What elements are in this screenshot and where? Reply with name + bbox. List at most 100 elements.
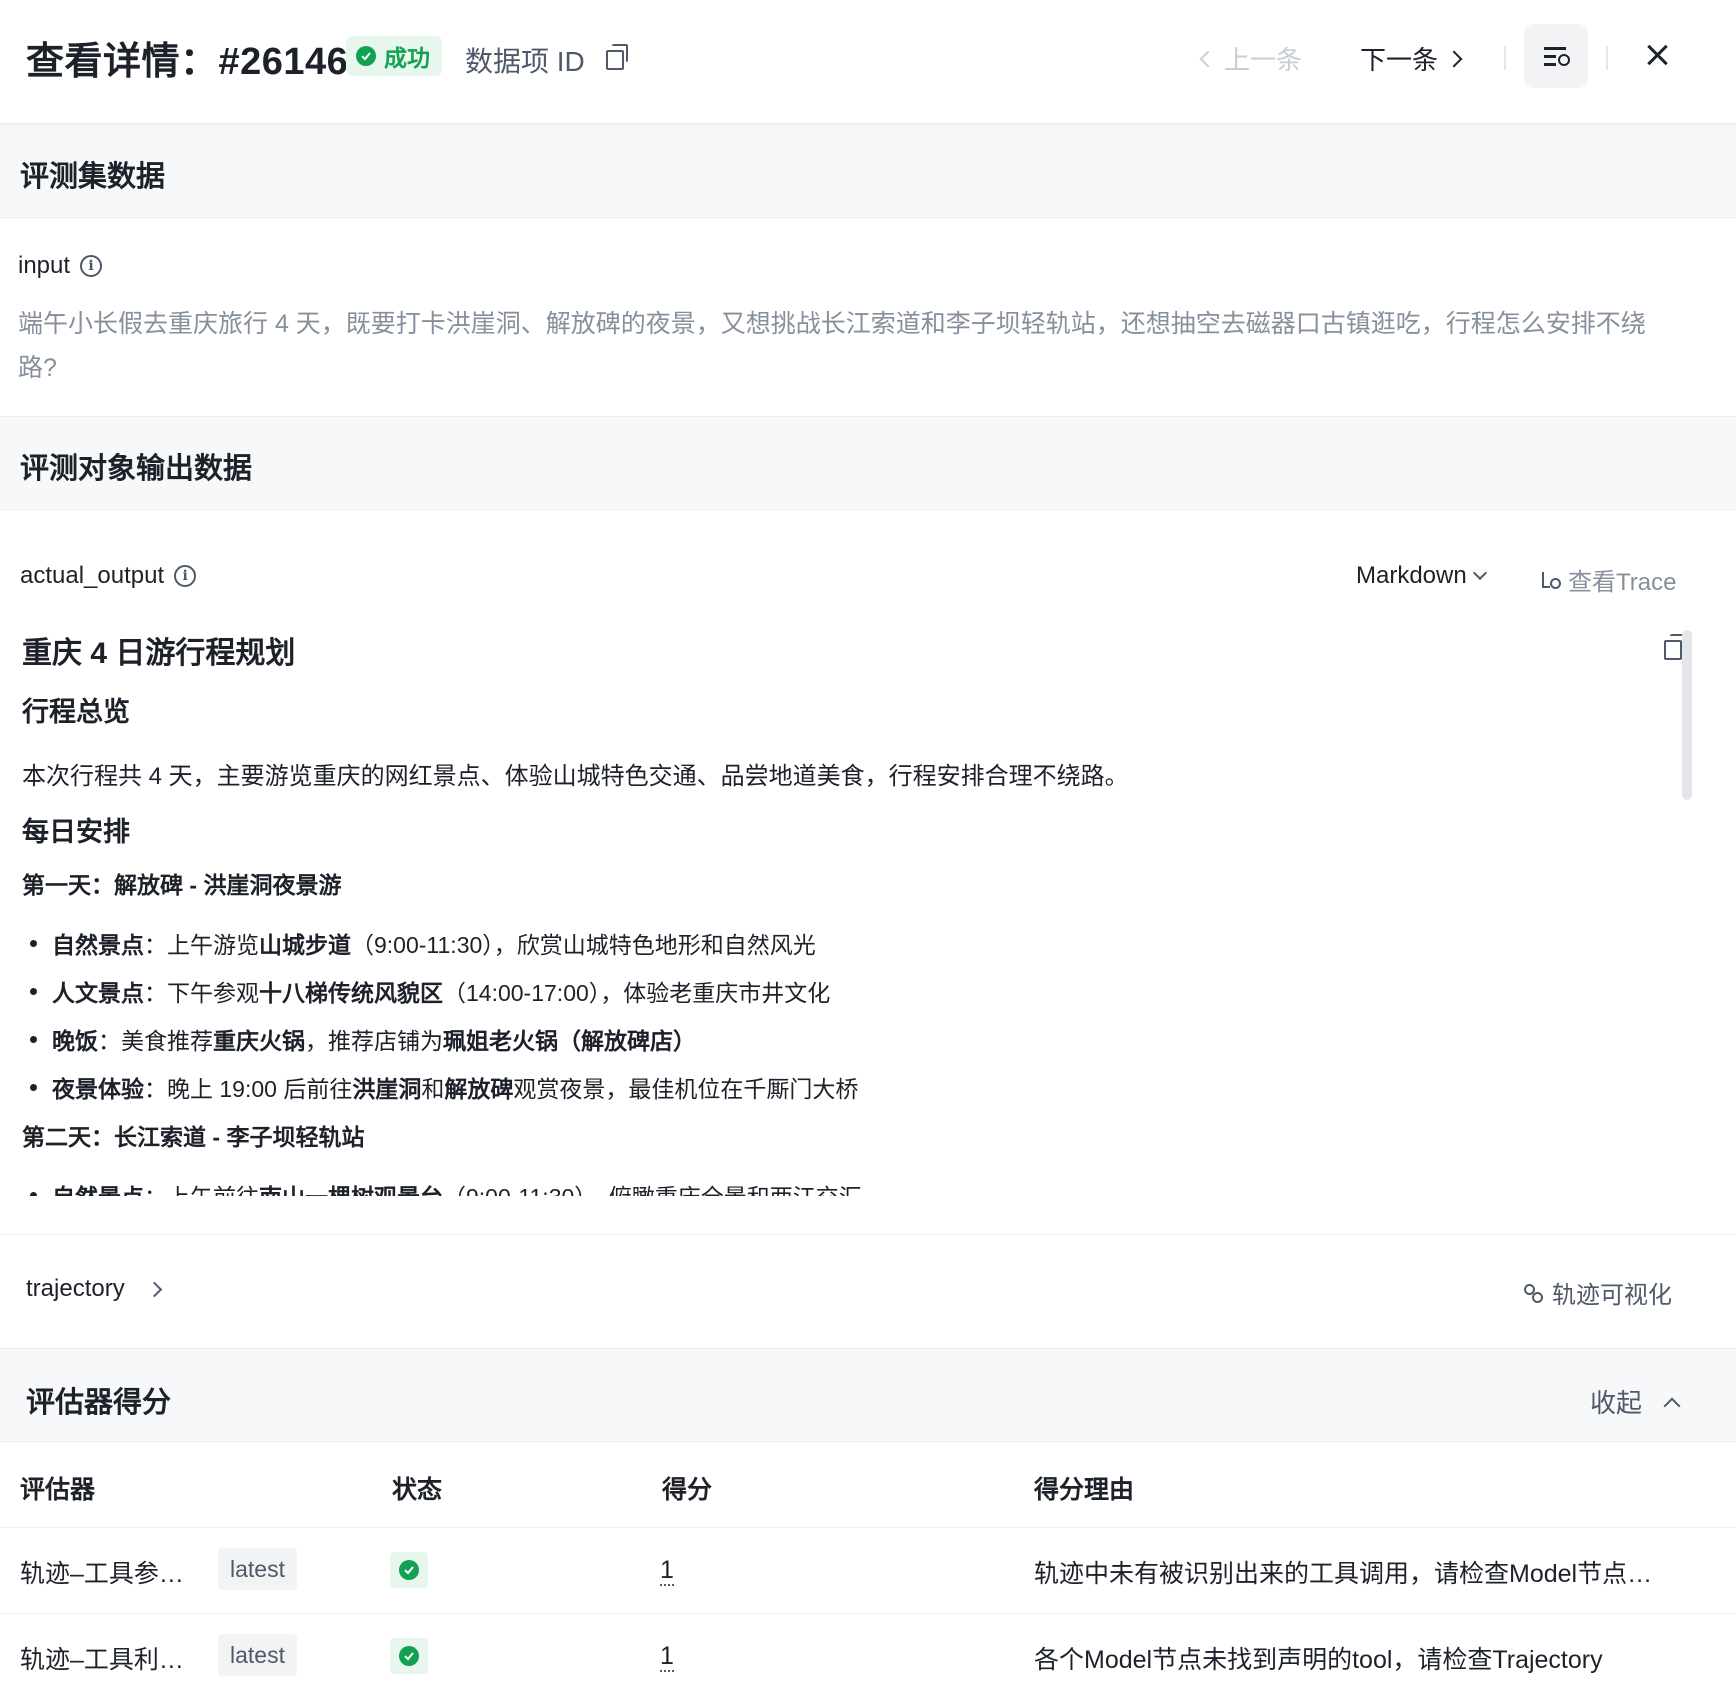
chevron-down-icon	[1472, 565, 1487, 581]
version-tag: latest	[218, 1548, 297, 1590]
bold-text: 重庆火锅	[213, 1028, 305, 1054]
actual-output-field-label: actual_output i	[20, 562, 197, 590]
actual-output-label: actual_output	[20, 562, 165, 589]
divider	[1504, 46, 1506, 70]
view-trace-link[interactable]: 查看Trace	[1540, 562, 1676, 597]
evaluator-section-header: 评估器得分 收起	[0, 1348, 1736, 1442]
text: ：美食推荐	[98, 1028, 213, 1054]
input-field-label: input i	[18, 252, 103, 280]
filter-line	[1544, 63, 1556, 66]
markdown-h2: 行程总览	[22, 697, 130, 727]
text: （14:00-17:00），体验老重庆市井文化	[443, 980, 831, 1006]
divider	[1606, 46, 1608, 70]
markdown-paragraph: 本次行程共 4 天，主要游览重庆的网红景点、体验山城特色交通、品尝地道美食，行程…	[22, 763, 1129, 790]
close-icon[interactable]	[1642, 40, 1672, 70]
markdown-list-item: 人文景点：下午参观十八梯传统风貌区（14:00-17:00），体验老重庆市井文化	[22, 966, 1672, 1014]
check-circle-icon	[356, 46, 376, 66]
trace-icon	[1540, 570, 1561, 590]
input-text: 端午小长假去重庆旅行 4 天，既要打卡洪崖洞、解放碑的夜景，又想挑战长江索道和李…	[18, 310, 1646, 382]
score-value[interactable]: 1	[660, 1642, 674, 1672]
check-circle-icon	[399, 1646, 419, 1666]
column-header-evaluator: 评估器	[20, 1476, 96, 1504]
markdown-preview: 重庆 4 日游行程规划 行程总览 本次行程共 4 天，主要游览重庆的网红景点、体…	[0, 610, 1736, 1208]
view-trace-label: 查看Trace	[1568, 569, 1677, 596]
column-header-reason: 得分理由	[1034, 1476, 1135, 1504]
info-icon[interactable]: i	[174, 565, 197, 587]
trajectory-visualize-button[interactable]: 轨迹可视化	[1522, 1275, 1672, 1310]
score-reason: 各个Model节点未找到声明的tool，请检查Trajectory	[1034, 1646, 1603, 1674]
chevron-right-icon	[1445, 50, 1463, 67]
input-label: input	[18, 252, 71, 279]
next-label: 下一条	[1360, 45, 1439, 75]
markdown-list-item: 晚饭：美食推荐重庆火锅，推荐店铺为珮姐老火锅（解放碑店）	[22, 1014, 1672, 1062]
evaluator-name: 轨迹–工具利…	[20, 1646, 184, 1674]
chevron-left-icon	[1199, 50, 1217, 67]
settings-filter-button[interactable]	[1524, 24, 1588, 88]
trajectory-icon	[1522, 1282, 1544, 1304]
column-header-status: 状态	[392, 1476, 443, 1504]
table-header: 评估器 状态 得分 得分理由	[0, 1442, 1736, 1528]
format-select-value: Markdown	[1356, 562, 1467, 589]
collapse-button[interactable]: 收起	[1590, 1383, 1681, 1420]
trajectory-visualize-label: 轨迹可视化	[1552, 1282, 1672, 1309]
dataset-section-header: 评测集数据	[0, 124, 1736, 218]
content-clip	[0, 1196, 1736, 1234]
section-title: 评测对象输出数据	[20, 453, 253, 485]
bold-text: 夜景体验	[52, 1076, 144, 1102]
evaluator-table: 评估器 状态 得分 得分理由 轨迹–工具参… latest 1 轨迹中未有被识别…	[0, 1442, 1736, 1692]
markdown-h3: 第二天：长江索道 - 李子坝轻轨站	[22, 1124, 365, 1150]
day1-list: 自然景点：上午游览山城步道（9:00-11:30），欣赏山城特色地形和自然风光人…	[22, 912, 1672, 1110]
text: ：晚上 19:00 后前往	[144, 1076, 353, 1102]
score-value[interactable]: 1	[660, 1556, 674, 1586]
bold-text: 人文景点	[52, 980, 144, 1006]
chevron-right-icon	[146, 1281, 162, 1297]
next-button[interactable]: 下一条	[1360, 40, 1463, 77]
collapse-label: 收起	[1590, 1388, 1643, 1418]
markdown-list-item: 自然景点：上午游览山城步道（9:00-11:30），欣赏山城特色地形和自然风光	[22, 918, 1672, 966]
text: 观赏夜景，最佳机位在千厮门大桥	[513, 1076, 859, 1102]
bold-text: 洪崖洞	[352, 1076, 422, 1102]
bold-text: 山城步道	[259, 932, 351, 958]
text: ：上午游览	[144, 932, 259, 958]
filter-line	[1544, 55, 1556, 58]
prev-label: 上一条	[1224, 45, 1303, 75]
bold-text: 解放碑	[444, 1076, 514, 1102]
format-select[interactable]: Markdown	[1356, 562, 1487, 590]
text: （9:00-11:30），欣赏山城特色地形和自然风光	[351, 932, 816, 958]
status-text: 成功	[384, 45, 430, 71]
trajectory-label: trajectory	[26, 1275, 125, 1302]
status-success	[390, 1552, 428, 1588]
filter-settings-icon	[1544, 47, 1566, 50]
table-row[interactable]: 轨迹–工具参… latest 1 轨迹中未有被识别出来的工具调用，请检查Mode…	[0, 1528, 1736, 1614]
bold-text: 珮姐老火锅（解放碑店）	[443, 1028, 696, 1054]
text: ：下午参观	[144, 980, 259, 1006]
markdown-list-item: 夜景体验：晚上 19:00 后前往洪崖洞和解放碑观赏夜景，最佳机位在千厮门大桥	[22, 1062, 1672, 1110]
trajectory-row[interactable]: trajectory 轨迹可视化	[0, 1234, 1736, 1348]
version-tag: latest	[218, 1634, 297, 1676]
score-reason: 轨迹中未有被识别出来的工具调用，请检查Model节点…	[1034, 1560, 1653, 1588]
status-badge: 成功	[346, 36, 442, 76]
output-section-header: 评测对象输出数据	[0, 416, 1736, 510]
markdown-h3: 第一天：解放碑 - 洪崖洞夜景游	[22, 872, 342, 898]
status-success	[390, 1638, 428, 1674]
bold-text: 十八梯传统风貌区	[259, 980, 443, 1006]
bold-text: 自然景点	[52, 932, 144, 958]
section-title: 评估器得分	[26, 1387, 172, 1419]
copy-icon[interactable]	[606, 44, 628, 70]
chevron-up-icon	[1663, 1397, 1681, 1414]
scrollbar[interactable]	[1682, 630, 1692, 800]
gear-icon	[1558, 54, 1570, 66]
data-id-label: 数据项 ID	[465, 46, 585, 77]
markdown-h1: 重庆 4 日游行程规划	[22, 637, 296, 670]
trajectory-toggle[interactable]: trajectory	[26, 1275, 162, 1303]
bold-text: 晚饭	[52, 1028, 98, 1054]
column-header-score: 得分	[662, 1476, 713, 1504]
table-row[interactable]: 轨迹–工具利… latest 1 各个Model节点未找到声明的tool，请检查…	[0, 1614, 1736, 1692]
section-title: 评测集数据	[20, 161, 166, 193]
info-icon[interactable]: i	[80, 255, 103, 277]
prev-button[interactable]: 上一条	[1199, 40, 1303, 77]
detail-header: 查看详情：#26146 成功 数据项 ID 上一条 下一条	[0, 0, 1736, 124]
evaluator-name: 轨迹–工具参…	[20, 1560, 184, 1588]
text: ，推荐店铺为	[305, 1028, 443, 1054]
check-circle-icon	[399, 1560, 419, 1580]
